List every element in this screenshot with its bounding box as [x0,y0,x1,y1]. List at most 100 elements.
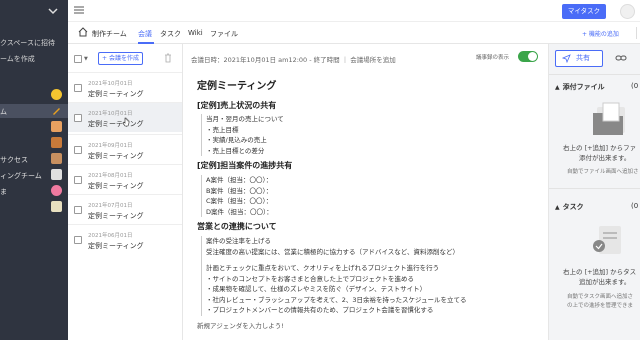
task-header[interactable]: ▲ タスク [555,202,584,212]
page-title[interactable]: 定例ミーティング [197,77,276,92]
sidebar-item[interactable]: ま [0,184,68,198]
attach-note: 自動でファイル画面へ追加さ [567,169,639,175]
task-hint-line1: 右上の [+追加] からタス [563,268,637,276]
tab-meetings[interactable]: 会議 [138,29,152,39]
text-line: D案件（担当：〇〇）： [206,207,273,216]
meeting-document: 会議日時：2021年10月01日 am12:00 - 終了時間 ｜ 会議場所を追… [183,44,548,340]
sidebar-item[interactable]: サクセス [0,152,68,166]
task-note-line1: 自動でタスク画面へ追加さ [567,294,634,300]
attachments-title: 添付ファイル [562,83,605,91]
workspace-header[interactable] [0,0,68,22]
person-icon [51,121,62,132]
attach-hint-line2: 添付が出来ます。 [579,154,631,162]
chevron-up-icon: ▲ [555,204,560,211]
add-feature-button[interactable]: + 機能の追加 [582,27,637,39]
invite-workspace-link[interactable]: クスペースに招待 [0,38,55,48]
top-bar: マイタスク [68,0,640,22]
create-team-link[interactable]: ームを作成 [0,54,35,64]
task-note-line2: の上での進捗を管理できま [567,303,634,309]
mouse-cursor-icon [122,117,130,127]
meeting-date: 2021年07月01日 [88,203,133,209]
chart-icon [51,169,62,180]
minutes-toggle-label: 議事録の表示 [476,55,510,61]
home-icon[interactable] [78,27,88,37]
pencil-icon [51,105,62,116]
folder-icon [593,102,625,135]
main-area: マイタスク 制作チーム 会議 タスク Wiki ファイル + 機能の追加 ▼ +… [68,0,640,340]
list-item[interactable]: 2021年06月01日 定例ミーティング [68,224,182,254]
text-line: ・成果物を確認して、仕様のズレやミスを防ぐ（デザイン、テストサイト） [206,285,427,293]
list-item[interactable]: 2021年07月01日定例ミーティング [68,194,182,224]
text-line: 受注確度の高い提案には、営業に積極的に協力する（アドバイスなど、資料添削など） [206,247,459,256]
chevron-down-icon[interactable] [48,6,58,16]
meeting-date: 2021年10月01日 [88,81,133,87]
sidebar-item[interactable]: ィングチーム [0,168,68,182]
section-heading[interactable]: [定例]売上状況の共有 [197,100,276,111]
tab-wiki[interactable]: Wiki [188,29,203,37]
text-line: ・実績/見込みの売上 [206,136,267,144]
row-checkbox[interactable] [74,206,82,214]
sidebar-item-label: サクセス [0,156,28,164]
section-body[interactable]: A案件（担当：〇〇）： B案件（担当：〇〇）： C案件（担当：〇〇）： D案件（… [201,175,273,217]
text-line: ・サイトのコンセプトをお客さまと合意した上でプロジェクトを進める [206,274,414,283]
attachments-header[interactable]: ▲ 添付ファイル [555,82,605,92]
divider [549,74,640,75]
meeting-meta[interactable]: 会議日時：2021年10月01日 am12:00 - 終了時間 ｜ 会議場所を追… [191,54,396,64]
sidebar-item-label: ま [0,188,7,196]
sidebar-item-label: ム [0,108,7,116]
meeting-title: 定例ミーティング [88,120,144,128]
avatar[interactable] [620,4,635,19]
row-checkbox[interactable] [74,114,82,122]
new-agenda-input[interactable]: 新規アジェンダを入力しよう! [197,320,284,330]
tab-tasks[interactable]: タスク [160,29,181,39]
text-line: C案件（担当：〇〇）： [206,197,273,205]
list-item[interactable]: 2021年09月01日 定例ミーティング [68,134,182,164]
list-item[interactable]: 2021年08月01日 定例ミーティング [68,164,182,194]
text-line: ・プロジェクトメンバーとの情報共有のため、プロジェクト会議を習慣化する [206,306,434,314]
section-heading[interactable]: 営業との連携について [197,221,277,232]
share-button[interactable]: 共有 [555,50,603,67]
meeting-title: 定例ミーティング [88,212,144,220]
task-count: (0 [631,202,639,210]
hamburger-menu-icon[interactable] [74,6,84,14]
sidebar-item[interactable] [0,88,68,102]
row-checkbox[interactable] [74,146,82,154]
emoji-icon [51,89,62,100]
attachments-count: (0 [631,82,639,90]
section-heading[interactable]: [定例]担当案件の進捗共有 [197,160,292,171]
attach-hint-line1: 右上の [+追加] からファ [563,144,637,152]
share-label: 共有 [576,54,590,62]
task-hint-line2: 追加が出来ます。 [579,278,631,286]
sidebar-item[interactable] [0,120,68,134]
my-task-button[interactable]: マイタスク [562,4,606,19]
meeting-title: 定例ミーティング [88,182,144,190]
person-icon [51,153,62,164]
chevron-down-icon[interactable]: ▼ [84,56,88,62]
right-panel: 共有 ▲ 添付ファイル (0 右上の [+追加] からファ 添付が出来ます。 自動… [548,44,640,340]
list-item[interactable]: 2021年10月01日 定例ミーティング [68,72,182,102]
section-body[interactable]: 案件の受注率を上げる 受注確度の高い提案には、営業に積極的に協力する（アドバイス… [201,236,467,316]
create-meeting-button[interactable]: + 会議を作成 [98,52,143,65]
flower-icon [51,185,62,196]
row-checkbox[interactable] [74,176,82,184]
sidebar-item[interactable] [0,136,68,150]
link-icon[interactable] [615,53,627,63]
text-line: A案件（担当：〇〇）： [206,176,273,184]
select-all-checkbox[interactable] [74,55,82,63]
tab-files[interactable]: ファイル [210,29,238,39]
text-line: ・売上目標 [206,125,239,134]
text-line: 計画とチェックに重点をおいて、クオリティを上げれるプロジェクト進行を行う [206,264,440,272]
team-name[interactable]: 制作チーム [92,29,127,39]
section-body[interactable]: 当月・翌月の売上について ・売上目標 ・実績/見込みの売上 ・売上目標との差分 [201,114,284,156]
minutes-toggle[interactable] [518,51,538,62]
row-checkbox[interactable] [74,236,82,244]
sidebar-item[interactable]: ム [0,104,68,118]
task-title: タスク [562,203,584,211]
sidebar: クスペースに招待 ームを作成 ム サクセス ィングチーム ま [0,0,68,340]
text-line: ・売上目標との差分 [206,146,265,155]
trash-icon[interactable] [164,53,172,63]
sidebar-item[interactable] [0,200,68,214]
meeting-date: 2021年10月01日 [88,111,133,117]
row-checkbox[interactable] [74,84,82,92]
meeting-date: 2021年06月01日 [88,233,133,239]
